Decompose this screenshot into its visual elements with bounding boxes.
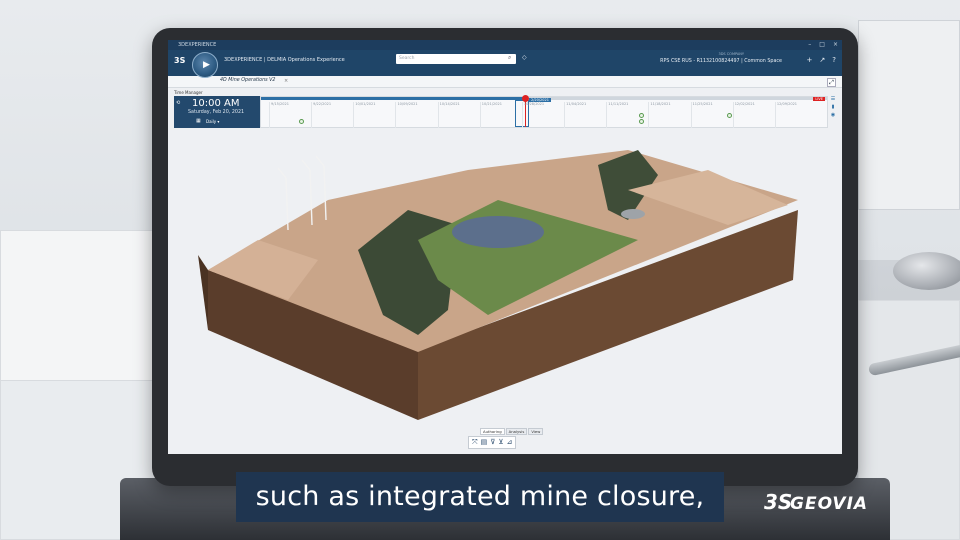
timeline-progress — [261, 97, 526, 100]
timeline-tick-line — [648, 102, 650, 128]
timeline-tick-label: 9/15/2021 — [271, 102, 289, 106]
timeline[interactable]: 2/20/2021 LIVE 9/15/2021 9/22/2021 10/01/2… — [260, 95, 828, 128]
tab-bar: 4D Mine Operations V2 × — [168, 76, 842, 88]
timeline-tick-line — [690, 102, 692, 128]
video-subtitle: such as integrated mine closure, — [236, 472, 724, 522]
timeline-tick-line — [437, 102, 439, 128]
timeline-tick-label: 9/22/2021 — [313, 102, 332, 106]
wind-turbine-blade — [277, 167, 287, 179]
timeline-tick-label: 12/02/2021 — [734, 102, 755, 106]
filter-edit-icon[interactable]: ⊻ — [498, 438, 503, 447]
add-icon[interactable]: + — [807, 56, 813, 64]
wind-turbine-tower — [285, 177, 289, 231]
maximize-icon[interactable]: □ — [819, 40, 825, 50]
timeline-tick-label: 10/14/2021 — [439, 102, 460, 106]
close-icon[interactable]: × — [833, 40, 838, 50]
user-company: 3DS COMPANY — [718, 52, 744, 56]
expand-icon[interactable]: ⤢ — [827, 78, 836, 87]
minimize-icon[interactable]: – — [808, 40, 811, 50]
tab-close-icon[interactable]: × — [284, 78, 288, 84]
timeline-tick-label: 11/18/2021 — [650, 102, 671, 106]
ds-logo-icon[interactable]: 3S — [174, 56, 185, 65]
app-brand-title: 3DEXPERIENCE | DELMIA Operations Experie… — [224, 57, 345, 63]
time-manager-label: Time Manager — [174, 90, 203, 95]
timeline-tick-line — [269, 102, 270, 128]
timeline-tick-line — [479, 102, 481, 128]
timeline-event-marker[interactable] — [639, 119, 644, 124]
timeline-event-marker[interactable] — [727, 113, 732, 118]
wind-turbine-blade — [301, 159, 311, 171]
lock-icon[interactable]: ▮ — [832, 104, 835, 110]
timeline-tick-label: 11/04/2021 — [566, 102, 587, 106]
timeline-tick-line — [395, 102, 397, 128]
measure-tool-icon[interactable]: ⊿ — [506, 438, 512, 447]
help-icon[interactable]: ? — [832, 56, 836, 64]
user-context[interactable]: RPS CSE RUS - R1132100824497 | Common Sp… — [660, 59, 782, 64]
timeline-tick-label: 12/09/2021 — [776, 102, 798, 106]
calendar-icon[interactable]: ▦ — [196, 118, 201, 124]
tag-icon[interactable]: ◇ — [522, 54, 527, 61]
timeline-cursor-handle[interactable] — [522, 95, 529, 102]
timeline-tick-line — [732, 102, 734, 128]
timeline-tick-line — [774, 102, 776, 128]
live-badge[interactable]: LIVE — [813, 97, 825, 101]
list-icon[interactable]: ☰ — [831, 96, 835, 102]
terrain-facility — [621, 209, 645, 219]
window-titlebar: 3DEXPERIENCE – □ × — [168, 40, 842, 50]
current-date: Saturday, Feb 20, 2021 — [188, 110, 245, 115]
select-tool-icon[interactable]: ⤧ — [472, 438, 478, 447]
filter-tool-icon[interactable]: ⊽ — [490, 438, 495, 447]
action-bar-tabs: Authoring Analysis View — [480, 428, 544, 435]
grid-tool-icon[interactable]: ▤ — [481, 438, 488, 447]
share-icon[interactable]: ↗ — [819, 56, 825, 64]
wifi-icon[interactable]: ◉ — [831, 112, 835, 118]
terrain-lake — [452, 216, 544, 248]
terrain-viewport[interactable] — [168, 130, 842, 430]
tab-authoring[interactable]: Authoring — [480, 428, 505, 435]
timeline-tick-line — [606, 102, 608, 128]
wind-turbine-blade — [315, 155, 325, 167]
play-icon: ▶ — [203, 60, 210, 70]
timeline-tick-line — [311, 102, 313, 128]
background-paper — [0, 230, 160, 390]
timeline-tick-label: 10/01/2021 — [355, 102, 376, 106]
laptop-screen: 3DEXPERIENCE – □ × 3S ▶ 3DEXPERIENCE | D… — [168, 40, 842, 454]
tab-analysis[interactable]: Analysis — [505, 428, 528, 435]
reset-time-icon[interactable]: ⟲ — [176, 100, 180, 106]
current-time: 10:00 AM — [192, 98, 240, 109]
timeline-event-marker[interactable] — [639, 113, 644, 118]
timeline-side-controls: ☰ ▮ ◉ — [828, 96, 838, 128]
ds-brand-logo: 3S — [764, 490, 793, 514]
timeline-tick-line — [564, 102, 566, 128]
tab-view[interactable]: View — [528, 428, 544, 435]
app-header: 3S ▶ 3DEXPERIENCE | DELMIA Operations Ex… — [168, 50, 842, 78]
clock-panel: ⟲ 10:00 AM Saturday, Feb 20, 2021 ▦ Dail… — [174, 96, 260, 128]
window-title: 3DEXPERIENCE — [178, 42, 217, 48]
header-actions: + ↗ ? — [807, 56, 836, 64]
terrain-wall-left — [198, 255, 208, 330]
mode-label: Daily — [206, 119, 217, 124]
mode-select[interactable]: Daily ▾ — [206, 119, 219, 124]
timeline-tick-line — [521, 102, 523, 128]
timeline-tick-line — [353, 102, 355, 128]
timeline-tick-label: 11/25/2021 — [692, 102, 713, 106]
window-controls: – □ × — [808, 40, 838, 50]
desk-puck — [893, 252, 960, 290]
background-window-frame — [858, 20, 960, 210]
geovia-logo: GEOVIA — [790, 494, 869, 514]
timeline-tick-label: 10/21/2021 — [481, 102, 502, 106]
timeline-tick-label: 11/11/2021 — [608, 102, 629, 106]
timeline-tick-label: 10/28/2021 — [523, 102, 545, 106]
timeline-event-marker[interactable] — [299, 119, 304, 124]
action-bar: ⤧ ▤ ⊽ ⊻ ⊿ — [468, 436, 517, 449]
search-icon[interactable]: ⌕ — [508, 54, 511, 62]
search-input[interactable]: Search — [396, 54, 516, 64]
timeline-tick-label: 10/09/2021 — [397, 102, 418, 106]
tab-4d-mine-operations[interactable]: 4D Mine Operations V2 — [220, 78, 276, 83]
compass-button[interactable]: ▶ — [192, 52, 218, 78]
